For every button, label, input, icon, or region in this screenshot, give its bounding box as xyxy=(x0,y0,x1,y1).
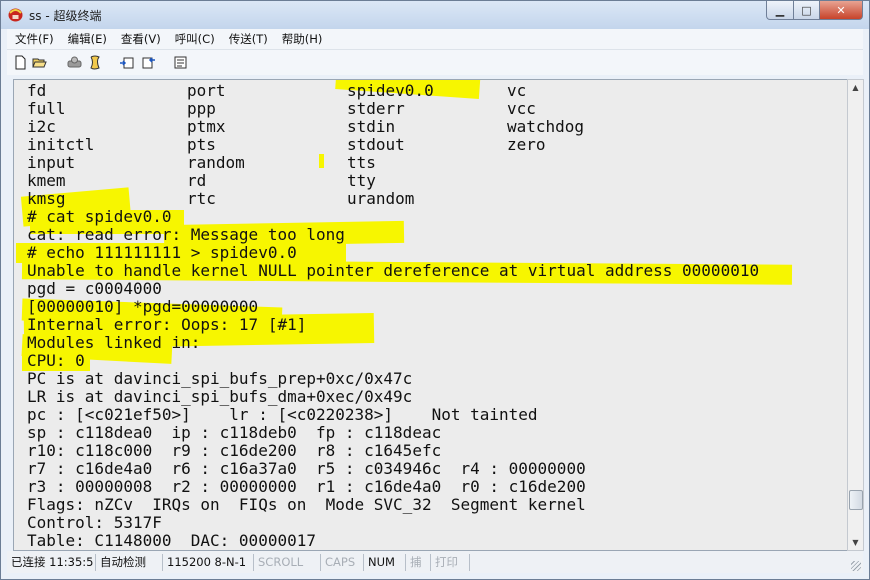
listing-entry: fd xyxy=(27,81,47,100)
terminal-line: CPU: 0 xyxy=(27,351,85,370)
maximize-icon[interactable]: □ xyxy=(794,1,820,20)
listing-entry: rd xyxy=(187,171,207,190)
listing-entry: tty xyxy=(347,171,376,190)
menu-bar: 文件(F) 编辑(E) 查看(V) 呼叫(C) 传送(T) 帮助(H) xyxy=(7,29,863,49)
listing-entry: rtc xyxy=(187,189,216,208)
status-bar: 已连接 11:35:5 自动检测 115200 8-N-1 SCROLL CAP… xyxy=(7,551,863,573)
minimize-icon[interactable]: ▁ xyxy=(766,1,794,20)
status-detect: 自动检测 xyxy=(96,553,163,571)
listing-entry: initctl xyxy=(27,135,95,154)
terminal-line: Flags: nZCv IRQs on FIQs on Mode SVC_32 … xyxy=(27,495,586,514)
listing-entry: ppp xyxy=(187,99,216,118)
listing-entry: stdin xyxy=(347,117,396,136)
title-bar[interactable]: ss - 超级终端 ▁ □ ✕ xyxy=(1,1,869,29)
listing-entry: vc xyxy=(507,81,527,100)
new-icon[interactable] xyxy=(13,55,28,70)
hyperterminal-window: ss - 超级终端 ▁ □ ✕ 文件(F) 编辑(E) 查看(V) 呼叫(C) … xyxy=(0,0,870,580)
scroll-down-icon[interactable]: ▼ xyxy=(848,535,863,550)
toolbar xyxy=(7,49,863,75)
menu-help[interactable]: 帮助(H) xyxy=(282,31,323,47)
terminal-line: Unable to handle kernel NULL pointer der… xyxy=(27,261,760,280)
dial-icon[interactable] xyxy=(88,55,103,70)
listing-entry: input xyxy=(27,153,76,172)
listing-entry: stderr xyxy=(347,99,405,118)
terminal-line: LR is at davinci_spi_bufs_dma+0xec/0x49c xyxy=(27,387,413,406)
vertical-scrollbar[interactable]: ▲ ▼ xyxy=(847,79,864,551)
listing-entry: random xyxy=(187,153,245,172)
listing-entry: port xyxy=(187,81,226,100)
terminal-line: sp : c118dea0 ip : c118deb0 fp : c118dea… xyxy=(27,423,442,442)
close-icon[interactable]: ✕ xyxy=(820,1,863,20)
menu-view[interactable]: 查看(V) xyxy=(121,31,161,47)
listing-entry: kmsg xyxy=(27,189,66,208)
terminal-line: Table: C1148000 DAC: 00000017 xyxy=(27,531,316,550)
terminal-screen[interactable]: fd port spidev0.0 vc full ppp stderr vcc i2c ptmx… xyxy=(13,79,848,551)
terminal-line: r7 : c16de4a0 r6 : c16a37a0 r5 : c034946… xyxy=(27,459,586,478)
hyperterminal-icon xyxy=(8,8,23,22)
disconnect-icon[interactable] xyxy=(67,55,82,70)
terminal-line: cat: read error: Message too long xyxy=(27,225,345,244)
listing-entry: zero xyxy=(507,135,546,154)
receive-icon[interactable] xyxy=(141,55,156,70)
listing-entry: stdout xyxy=(347,135,405,154)
menu-transfer[interactable]: 传送(T) xyxy=(229,31,268,47)
listing-entry: watchdog xyxy=(507,117,585,136)
highlight-mark xyxy=(319,154,324,168)
terminal-line: Modules linked in: xyxy=(27,333,201,352)
status-print: 打印 xyxy=(431,553,470,571)
scroll-thumb[interactable] xyxy=(849,490,863,510)
terminal-line: Internal error: Oops: 17 [#1] xyxy=(27,315,307,334)
properties-icon[interactable] xyxy=(173,55,188,70)
listing-entry: tts xyxy=(347,153,376,172)
terminal-line: PC is at davinci_spi_bufs_prep+0xc/0x47c xyxy=(27,369,413,388)
listing-entry: spidev0.0 xyxy=(347,81,434,100)
listing-entry: urandom xyxy=(347,189,415,208)
status-connection: 已连接 11:35:5 xyxy=(7,553,96,571)
terminal-line: # cat spidev0.0 xyxy=(27,207,172,226)
terminal-line: [00000010] *pgd=00000000 xyxy=(27,297,259,316)
status-num: NUM xyxy=(364,553,406,571)
terminal-line: Control: 5317F xyxy=(27,513,162,532)
status-scroll: SCROLL xyxy=(254,553,321,571)
listing-entry: full xyxy=(27,99,66,118)
open-icon[interactable] xyxy=(32,55,47,70)
listing-entry: vcc xyxy=(507,99,536,118)
status-settings: 115200 8-N-1 xyxy=(163,553,254,571)
listing-entry: ptmx xyxy=(187,117,226,136)
window-controls: ▁ □ ✕ xyxy=(766,1,863,21)
terminal-line: # echo 111111111 > spidev0.0 xyxy=(27,243,297,262)
status-caps: CAPS xyxy=(321,553,364,571)
terminal-line: pgd = c0004000 xyxy=(27,279,162,298)
window-title: ss - 超级终端 xyxy=(29,9,102,23)
listing-entry: kmem xyxy=(27,171,66,190)
terminal-line: r3 : 00000008 r2 : 00000000 r1 : c16de4a… xyxy=(27,477,586,496)
listing-entry: pts xyxy=(187,135,216,154)
menu-file[interactable]: 文件(F) xyxy=(15,31,54,47)
menu-call[interactable]: 呼叫(C) xyxy=(175,31,215,47)
menu-edit[interactable]: 编辑(E) xyxy=(68,31,107,47)
terminal-line: pc : [<c021ef50>] lr : [<c0220238>] Not … xyxy=(27,405,538,424)
scroll-up-icon[interactable]: ▲ xyxy=(848,80,863,95)
terminal-line: r10: c118c000 r9 : c16de200 r8 : c1645ef… xyxy=(27,441,442,460)
resize-grip-icon[interactable] xyxy=(851,561,861,571)
status-capture: 捕 xyxy=(406,553,431,571)
send-icon[interactable] xyxy=(119,55,134,70)
listing-entry: i2c xyxy=(27,117,56,136)
